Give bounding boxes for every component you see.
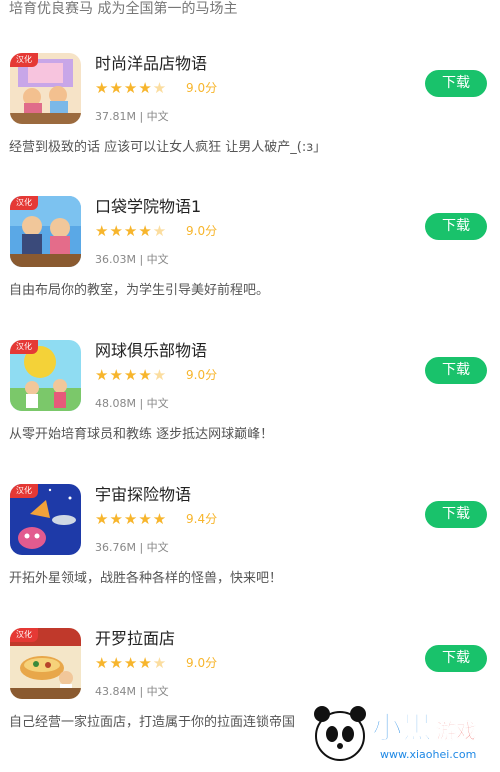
app-description: 经营到极致的话 应该可以让女人疯狂 让男人破产_(:з」 bbox=[9, 140, 327, 155]
list-item[interactable]: 汉化 时尚洋品店物语 ★★★★★ 9.0分 37.81M | 中文 经营到极致的… bbox=[0, 53, 500, 196]
app-title[interactable]: 网球俱乐部物语 bbox=[95, 340, 207, 362]
rating-stars: ★★★★★ bbox=[95, 79, 168, 97]
app-meta: 37.81M | 中文 bbox=[95, 110, 169, 123]
app-title[interactable]: 开罗拉面店 bbox=[95, 628, 175, 650]
rating-stars: ★★★★★ bbox=[95, 510, 168, 528]
app-description: 自由布局你的教室，为学生引导美好前程吧。 bbox=[9, 283, 270, 298]
list-item[interactable]: 汉化 网球俱乐部物语 ★★★★★ 9.0分 48.08M | 中文 从零开始培育… bbox=[0, 340, 500, 483]
academy-game-icon[interactable]: 汉化 bbox=[10, 196, 81, 267]
chinese-version-badge: 汉化 bbox=[10, 628, 38, 642]
app-description: 自己经营一家拉面店，打造属于你的拉面连锁帝国 bbox=[9, 715, 296, 730]
list-item[interactable]: 汉化 宇宙探险物语 ★★★★★ 9.4分 36.76M | 中文 开拓外星领域，… bbox=[0, 484, 500, 627]
app-title[interactable]: 时尚洋品店物语 bbox=[95, 53, 207, 75]
tennis-game-icon[interactable]: 汉化 bbox=[10, 340, 81, 411]
rating-stars: ★★★★★ bbox=[95, 366, 168, 384]
chinese-version-badge: 汉化 bbox=[10, 53, 38, 67]
app-score: 9.0分 bbox=[186, 224, 218, 238]
app-meta: 48.08M | 中文 bbox=[95, 397, 169, 410]
app-description: 开拓外星领域，战胜各种各样的怪兽，快来吧！ bbox=[9, 571, 283, 586]
app-score: 9.0分 bbox=[186, 368, 218, 382]
rating-stars: ★★★★★ bbox=[95, 654, 168, 672]
xiaohei-watermark-logo: 小黑 游戏 www.xiaohei.com bbox=[302, 696, 492, 766]
space-game-icon[interactable]: 汉化 bbox=[10, 484, 81, 555]
download-button[interactable]: 下载 bbox=[425, 70, 487, 97]
svg-text:www.xiaohei.com: www.xiaohei.com bbox=[380, 748, 476, 761]
app-title[interactable]: 宇宙探险物语 bbox=[95, 484, 191, 506]
app-meta: 43.84M | 中文 bbox=[95, 685, 169, 698]
app-description: 从零开始培育球员和教练 逐步抵达网球巅峰！ bbox=[9, 427, 274, 442]
download-button[interactable]: 下载 bbox=[425, 645, 487, 672]
app-score: 9.0分 bbox=[186, 81, 218, 95]
app-meta: 36.76M | 中文 bbox=[95, 541, 169, 554]
svg-text:小黑: 小黑 bbox=[372, 711, 432, 746]
rating-stars: ★★★★★ bbox=[95, 222, 168, 240]
ramen-game-icon[interactable]: 汉化 bbox=[10, 628, 81, 699]
chinese-version-badge: 汉化 bbox=[10, 484, 38, 498]
download-button[interactable]: 下载 bbox=[425, 213, 487, 240]
app-title[interactable]: 口袋学院物语1 bbox=[95, 196, 201, 218]
intro-text: 培育优良赛马 成为全国第一的马场主 bbox=[9, 1, 238, 17]
chinese-version-badge: 汉化 bbox=[10, 196, 38, 210]
app-score: 9.4分 bbox=[186, 512, 218, 526]
download-button[interactable]: 下载 bbox=[425, 501, 487, 528]
svg-text:游戏: 游戏 bbox=[436, 719, 476, 743]
boutique-game-icon[interactable]: 汉化 bbox=[10, 53, 81, 124]
download-button[interactable]: 下载 bbox=[425, 357, 487, 384]
chinese-version-badge: 汉化 bbox=[10, 340, 38, 354]
app-score: 9.0分 bbox=[186, 656, 218, 670]
list-item[interactable]: 汉化 口袋学院物语1 ★★★★★ 9.0分 36.03M | 中文 自由布局你的… bbox=[0, 196, 500, 339]
app-meta: 36.03M | 中文 bbox=[95, 253, 169, 266]
